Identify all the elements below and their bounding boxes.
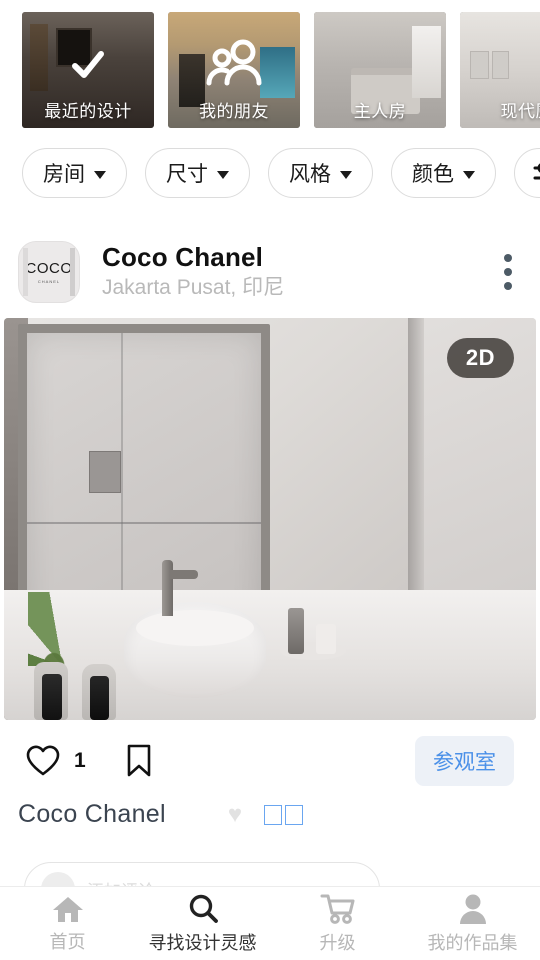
filter-chip-label: 颜色 [412,163,454,186]
chevron-down-icon [463,170,475,179]
nav-label: 寻找设计灵感 [148,932,257,953]
bottom-navigation: 首页 寻找设计灵感 升级 我的作品集 [0,886,540,960]
avatar-sub-text: CHANEL [37,279,61,284]
tofu-box [285,804,304,825]
kebab-dot [504,254,512,262]
bottle [90,676,109,720]
cart-icon [320,893,356,925]
filter-chip-label: 风格 [289,163,331,186]
plant-decor [28,592,114,666]
nav-item-find-inspiration[interactable]: 寻找设计灵感 [135,893,270,955]
post-header: COCO CHANEL Coco Chanel Jakarta Pusat, 印… [0,234,540,310]
filter-chip-style[interactable]: 风格 [268,148,373,198]
person-icon [458,893,488,925]
faucet [162,560,198,616]
tofu-box [264,804,283,825]
visit-room-button[interactable]: 参观室 [415,736,514,786]
carousel-card-label: 我的朋友 [199,102,269,121]
candle-decor [316,624,336,654]
post-caption: Coco Chanel ♥ [18,800,538,829]
kebab-dot [504,268,512,276]
friends-icon [203,39,265,87]
filter-chip-room[interactable]: 房间 [22,148,127,198]
white-heart-icon: ♥ [227,800,243,828]
chevron-down-icon [340,170,352,179]
filter-chip-label: 尺寸 [166,163,208,186]
vanity-counter [4,560,536,720]
carousel-card-modern-kitchen[interactable]: 现代厨 [460,12,540,128]
heart-icon[interactable] [26,745,60,777]
unsupported-glyph-boxes [264,804,304,825]
avatar-brand-text: COCO [25,260,73,277]
carousel-card-recent-designs[interactable]: 最近的设计 [22,12,154,128]
home-icon [51,894,85,924]
sink-basin [124,602,266,698]
carousel-card-label: 现代厨 [500,102,540,121]
post-image[interactable]: 2D [4,318,536,720]
carousel-card-label: 最近的设计 [44,102,132,121]
nav-item-upgrade[interactable]: 升级 [270,893,405,955]
filter-chip-size[interactable]: 尺寸 [145,148,250,198]
kebab-menu-icon[interactable] [494,244,522,300]
nav-item-home[interactable]: 首页 [0,894,135,954]
check-icon [67,44,109,86]
bottle [42,674,62,720]
nav-item-my-portfolio[interactable]: 我的作品集 [405,893,540,955]
filter-settings-button[interactable] [514,148,540,198]
caption-author[interactable]: Coco Chanel [18,800,166,829]
nav-label: 升级 [319,932,356,953]
post-author-block[interactable]: Coco Chanel Jakarta Pusat, 印尼 [102,241,285,301]
post-action-bar: 1 参观室 [0,730,540,792]
carousel-card-label: 主人房 [353,102,407,121]
search-icon [186,893,220,925]
sliders-icon [532,160,540,186]
category-carousel[interactable]: 最近的设计 我的朋友 主人房 现代厨 [0,12,540,128]
wall-niche [89,451,121,493]
nav-label: 我的作品集 [427,932,518,953]
like-count: 1 [74,749,86,772]
filter-chip-label: 房间 [43,163,85,186]
chevron-down-icon [94,170,106,179]
kebab-dot [504,282,512,290]
nav-label: 首页 [49,931,86,952]
chevron-down-icon [217,170,229,179]
filter-bar: 房间 尺寸 风格 颜色 [22,148,540,198]
bookmark-icon[interactable] [126,744,152,778]
avatar[interactable]: COCO CHANEL [18,241,80,303]
carousel-card-my-friends[interactable]: 我的朋友 [168,12,300,128]
view-mode-badge[interactable]: 2D [446,338,514,378]
post-username: Coco Chanel [102,241,264,272]
carousel-card-master-bedroom[interactable]: 主人房 [314,12,446,128]
app-root: 最近的设计 我的朋友 主人房 现代厨 房间 [0,0,540,960]
soap-dispenser [288,608,304,654]
filter-chip-color[interactable]: 颜色 [391,148,496,198]
post-location: Jakarta Pusat, 印尼 [102,275,285,299]
